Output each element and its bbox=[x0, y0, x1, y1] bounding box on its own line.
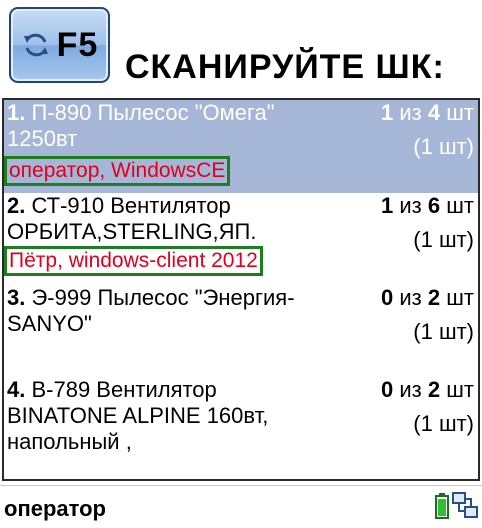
total-count: 2 bbox=[427, 285, 441, 310]
scanned-count: 1 bbox=[381, 100, 394, 125]
item-description: 2. СТ-910 Вентилятор ОРБИТА,STERLING,ЯП. bbox=[7, 193, 319, 245]
item-quantity: 1 из 4 шт (1 шт) bbox=[381, 100, 474, 160]
refresh-f5-button[interactable]: F5 bbox=[9, 7, 110, 83]
item-number: 2. bbox=[7, 193, 26, 218]
scanned-count: 1 bbox=[381, 193, 394, 218]
battery-icon bbox=[435, 493, 449, 519]
scanned-count: 0 bbox=[381, 377, 394, 402]
list-item[interactable]: 1. П-890 Пылесос "Омега" 1250вт 1 из 4 ш… bbox=[4, 100, 478, 193]
refresh-key-label: F5 bbox=[56, 25, 99, 64]
list-item[interactable]: 3. Э-999 Пылесос "Энергия-SANYO" 0 из 2 … bbox=[4, 285, 478, 377]
current-user: оператор bbox=[4, 496, 106, 521]
item-list[interactable]: 1. П-890 Пылесос "Омега" 1250вт 1 из 4 ш… bbox=[2, 98, 480, 481]
total-count: 2 bbox=[427, 377, 441, 402]
unit-label: шт bbox=[446, 100, 474, 125]
pack-size: (1 шт) bbox=[413, 411, 474, 436]
user-tag: оператор, WindowsCE bbox=[4, 156, 231, 186]
list-item[interactable]: 4. В-789 Вентилятор BINATONE ALPINE 160в… bbox=[4, 377, 478, 479]
of-label: из bbox=[399, 100, 422, 125]
unit-label: шт bbox=[446, 285, 474, 310]
item-quantity: 0 из 2 шт (1 шт) bbox=[381, 285, 474, 345]
refresh-arrows-icon bbox=[23, 33, 48, 57]
of-label: из bbox=[399, 193, 422, 218]
of-label: из bbox=[399, 285, 422, 310]
item-description: 4. В-789 Вентилятор BINATONE ALPINE 160в… bbox=[7, 377, 319, 455]
unit-label: шт bbox=[446, 377, 474, 402]
total-count: 4 bbox=[427, 100, 441, 125]
item-description: 1. П-890 Пылесос "Омега" 1250вт bbox=[7, 100, 319, 152]
item-quantity: 0 из 2 шт (1 шт) bbox=[381, 377, 474, 437]
user-tag: Пётр, windows-client 2012 bbox=[4, 246, 263, 276]
list-item[interactable]: 2. СТ-910 Вентилятор ОРБИТА,STERLING,ЯП.… bbox=[4, 193, 478, 285]
status-bar: оператор bbox=[0, 485, 482, 528]
item-description: 3. Э-999 Пылесос "Энергия-SANYO" bbox=[7, 285, 319, 337]
item-number: 3. bbox=[7, 285, 26, 310]
pack-size: (1 шт) bbox=[413, 134, 474, 159]
page-title: СКАНИРУЙТЕ ШК: bbox=[125, 48, 445, 86]
item-number: 4. bbox=[7, 377, 26, 402]
of-label: из bbox=[399, 377, 422, 402]
item-quantity: 1 из 6 шт (1 шт) bbox=[381, 193, 474, 253]
item-name: Э-999 Пылесос "Энергия-SANYO" bbox=[7, 285, 295, 336]
scanned-count: 0 bbox=[381, 285, 394, 310]
unit-label: шт bbox=[446, 193, 474, 218]
pack-size: (1 шт) bbox=[413, 227, 474, 252]
item-number: 1. bbox=[7, 100, 26, 125]
item-name: П-890 Пылесос "Омега" 1250вт bbox=[7, 100, 275, 151]
item-name: В-789 Вентилятор BINATONE ALPINE 160вт, … bbox=[7, 377, 269, 454]
item-name: СТ-910 Вентилятор ОРБИТА,STERLING,ЯП. bbox=[7, 193, 257, 244]
pack-size: (1 шт) bbox=[413, 319, 474, 344]
network-connection-icon bbox=[452, 492, 478, 518]
total-count: 6 bbox=[427, 193, 441, 218]
